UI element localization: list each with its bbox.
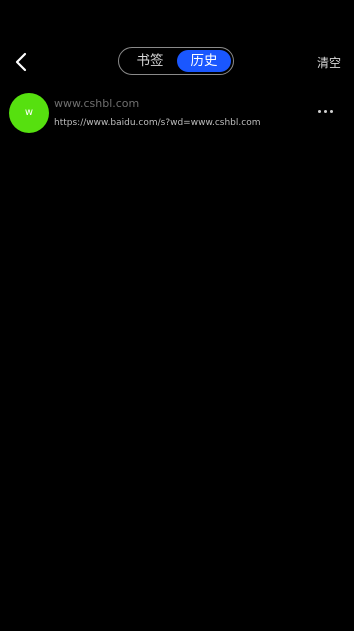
history-item[interactable]: w www.cshbl.com https://www.baidu.com/s?… bbox=[0, 88, 354, 138]
back-button[interactable] bbox=[10, 50, 34, 74]
bookmark-history-switch: 书签 历史 bbox=[118, 47, 234, 75]
more-options-button[interactable] bbox=[318, 104, 336, 118]
history-item-url: https://www.baidu.com/s?wd=www.cshbl.com bbox=[54, 118, 261, 128]
history-item-title: www.cshbl.com bbox=[54, 97, 140, 110]
history-list: w www.cshbl.com https://www.baidu.com/s?… bbox=[0, 88, 354, 138]
tab-history[interactable]: 历史 bbox=[177, 50, 231, 72]
site-avatar: w bbox=[9, 93, 49, 133]
chevron-left-icon bbox=[15, 52, 27, 72]
clear-button[interactable]: 清空 bbox=[317, 54, 341, 71]
tab-bookmarks[interactable]: 书签 bbox=[123, 50, 177, 72]
